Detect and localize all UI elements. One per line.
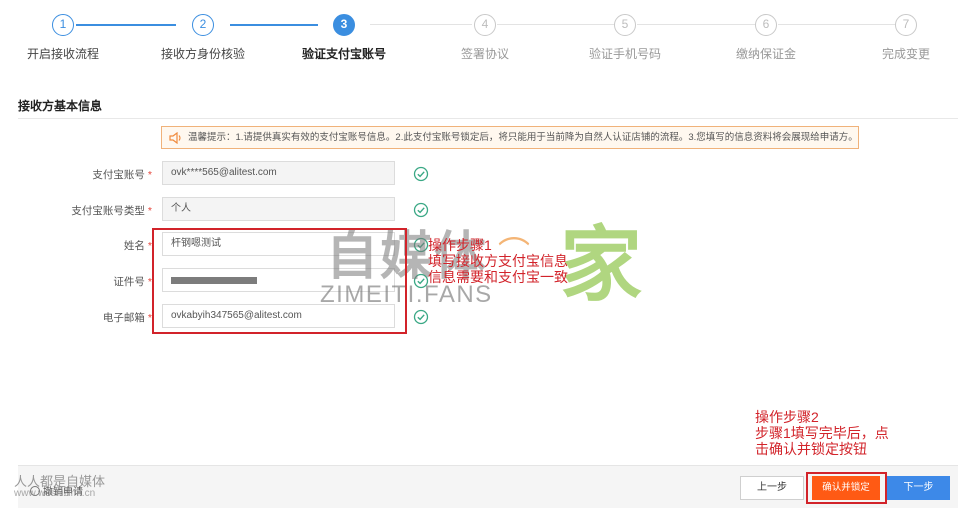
section-divider bbox=[18, 118, 958, 119]
step-7-label: 完成变更 bbox=[881, 47, 930, 61]
step-4-number: 4 bbox=[474, 14, 496, 36]
step-5: 5 验证手机号码 bbox=[565, 14, 685, 62]
step-6-label: 缴纳保证金 bbox=[735, 47, 796, 61]
watermark-corner-line2: www.woshizimt.cn bbox=[14, 488, 96, 499]
next-step-button[interactable]: 下一步 bbox=[887, 476, 950, 500]
step-3-number: 3 bbox=[333, 14, 355, 36]
step-1: 1 开启接收流程 bbox=[3, 14, 123, 62]
email-label: 电子邮箱 * bbox=[102, 312, 152, 324]
step-6-number: 6 bbox=[755, 14, 777, 36]
step-1-number: 1 bbox=[52, 14, 74, 36]
step-2-label: 接收方身份核验 bbox=[160, 47, 245, 61]
alipay-account-label: 支付宝账号 * bbox=[92, 169, 152, 181]
step-6: 6 缴纳保证金 bbox=[706, 14, 826, 62]
step-5-label: 验证手机号码 bbox=[588, 47, 661, 61]
step-4: 4 签署协议 bbox=[425, 14, 545, 62]
progress-stepper: 1 开启接收流程 2 接收方身份核验 3 验证支付宝账号 4 签署协议 5 验证… bbox=[0, 0, 966, 70]
step-2: 2 接收方身份核验 bbox=[143, 14, 263, 62]
step-3: 3 验证支付宝账号 bbox=[284, 14, 404, 62]
id-number-label: 证件号 * bbox=[113, 276, 152, 288]
section-title: 接收方基本信息 bbox=[18, 99, 103, 113]
step-3-label: 验证支付宝账号 bbox=[301, 47, 386, 61]
account-type-label: 支付宝账号类型 * bbox=[71, 205, 152, 217]
alipay-account-value: ovk****565@alitest.com bbox=[171, 167, 277, 178]
name-label: 姓名 * bbox=[123, 240, 152, 252]
notice-text: 温馨提示：1.请提供真实有效的支付宝账号信息。2.此支付宝账号锁定后，将只能用于… bbox=[188, 132, 858, 143]
watermark-home: 家 bbox=[560, 220, 643, 311]
check-circle-icon bbox=[413, 309, 429, 325]
annotation-step1: 操作步骤1 填写接收方支付宝信息 信息需要和支付宝一致 bbox=[428, 237, 568, 285]
account-type-value: 个人 bbox=[171, 203, 191, 214]
alipay-account-field[interactable]: ovk****565@alitest.com bbox=[162, 161, 395, 185]
annotation-highlight-form bbox=[152, 228, 407, 334]
prev-step-button[interactable]: 上一步 bbox=[740, 476, 804, 500]
step-5-number: 5 bbox=[614, 14, 636, 36]
step-7-number: 7 bbox=[895, 14, 917, 36]
check-circle-icon bbox=[413, 166, 429, 182]
speaker-icon bbox=[169, 132, 181, 144]
step-1-label: 开启接收流程 bbox=[26, 47, 99, 61]
notice-banner: 温馨提示：1.请提供真实有效的支付宝账号信息。2.此支付宝账号锁定后，将只能用于… bbox=[161, 126, 859, 149]
annotation-highlight-confirm bbox=[806, 472, 887, 504]
step-2-number: 2 bbox=[192, 14, 214, 36]
step-4-label: 签署协议 bbox=[460, 47, 509, 61]
annotation-step2: 操作步骤2 步骤1填写完毕后，点 击确认并锁定按钮 bbox=[755, 409, 889, 457]
step-7: 7 完成变更 bbox=[846, 14, 966, 62]
